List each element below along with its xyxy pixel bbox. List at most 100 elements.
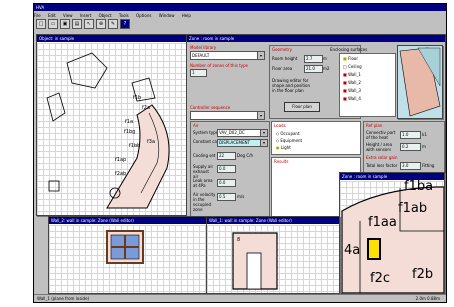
zone-label-f1aa: f1aa <box>368 215 397 230</box>
loads-label: Loads <box>274 123 286 128</box>
zone-label-f1ab: f1ab <box>398 201 428 216</box>
cooling-unit: Deg C/h <box>237 153 254 158</box>
menu-view[interactable]: View <box>63 13 73 18</box>
leak-area-label: Leak area at 4Pa <box>193 178 213 188</box>
select-icon[interactable]: ↖ <box>84 19 94 29</box>
wall-1-title: Wall_1: wall in sample: Zone (Wall edito… <box>207 217 339 224</box>
loads-panel: Loads ◇ Occupant ◇ Equipment ● Light <box>271 121 361 155</box>
zoom-icon[interactable]: ⊕ <box>96 19 106 29</box>
load-occupant[interactable]: ◇ Occupant <box>276 131 300 136</box>
total-loss-label: Total loss factor <box>366 163 398 168</box>
extra-label: Extra solar gain <box>366 155 398 160</box>
surfaces-list[interactable]: ■ Floor □ Ceiling ■ Wall_1 ■ Wall_2 ■ Wa… <box>339 53 396 117</box>
menu-help[interactable]: Help <box>182 13 191 18</box>
label-f1b: f1b <box>133 95 142 101</box>
num-zones-field[interactable]: 1 <box>190 69 207 77</box>
wall-2-window[interactable]: Wall_2: wall in sample: Zone (Wall edito… <box>48 216 208 294</box>
object-window[interactable]: Object: in sample f1b f2a f1a f1bg f1bb … <box>36 34 188 216</box>
room-height-field[interactable]: 2.7 <box>304 55 323 63</box>
floor-area-field[interactable]: 21.0 <box>304 65 323 73</box>
results-label: Results <box>274 159 289 164</box>
shape-d[interactable] <box>48 180 60 192</box>
zone-label-f2b: f2b <box>412 267 434 282</box>
label-f1ap: f1ap <box>115 157 127 163</box>
menu-edit[interactable]: Edit <box>48 13 56 18</box>
wall-1-drawing <box>232 232 278 290</box>
surface-ceiling[interactable]: □ Ceiling <box>343 64 362 69</box>
label-f2ab: f2ab <box>115 171 127 177</box>
system-type-select[interactable]: VAV_D02_DC ▾ <box>217 129 268 137</box>
constant-calc-select[interactable]: DISPLACEMENT ▾ <box>217 139 268 147</box>
convect-unit: k1 <box>422 132 427 137</box>
zone-label-4a: 4a <box>344 243 361 258</box>
wall-2-canvas[interactable] <box>49 225 207 293</box>
shape-b[interactable] <box>46 92 66 122</box>
geometry-label: Geometry <box>272 47 292 52</box>
chevron-down-icon: ▾ <box>260 130 267 136</box>
wall-1-canvas[interactable]: 8 <box>207 225 339 293</box>
zone-detail-window[interactable]: Zone : room in sample f1ba f1ab f1aa 4a … <box>339 172 445 294</box>
chevron-down-icon: ▾ <box>257 52 264 59</box>
leak-area-field[interactable]: 0.0 <box>217 179 236 187</box>
print-icon[interactable]: ▤ <box>72 19 82 29</box>
object-window-title: Object: in sample <box>37 35 187 42</box>
menu-object[interactable]: Object <box>99 13 112 18</box>
menu-options[interactable]: Options <box>136 13 151 18</box>
floor-plan-button[interactable]: Floor plan <box>284 102 320 112</box>
room-height-label: Room height <box>272 56 298 61</box>
label-f1a: f1a <box>125 119 134 125</box>
label-f1bg: f1bg <box>124 129 136 135</box>
load-light[interactable]: ● Light <box>276 145 291 150</box>
surface-floor[interactable]: ■ Floor <box>343 56 358 61</box>
status-right: 2.0m 0.88m <box>415 296 440 301</box>
wall-2-drawing <box>106 230 144 264</box>
save-icon[interactable]: ▣ <box>60 19 70 29</box>
menu-bar: File Edit View Insert Object Tools Optio… <box>34 12 446 19</box>
menu-insert[interactable]: Insert <box>80 13 91 18</box>
fitting-label: Fitting <box>422 163 435 168</box>
air-velocity-field[interactable]: 0.5 <box>217 193 236 201</box>
convect-label: Convectiv part of the heat <box>366 130 396 140</box>
model-library-label: Model library <box>190 45 217 50</box>
cooling-field[interactable]: 22 <box>217 152 236 160</box>
app-title: HVA <box>34 4 446 11</box>
height-sensor-field[interactable]: 0.2 <box>400 143 421 151</box>
surface-wall-1[interactable]: ■ Wall_1 <box>343 72 361 77</box>
supply-air-field[interactable]: 0.0 <box>217 165 236 173</box>
menu-tools[interactable]: Tools <box>119 13 129 18</box>
zone-detail-canvas[interactable]: f1ba f1ab f1aa 4a f2c f2b <box>340 179 444 293</box>
draw-icon[interactable]: ✎ <box>108 19 118 29</box>
label-f2a: f2a <box>142 105 151 111</box>
ref-plan-panel: Ref plan Convectiv part of the heat 1.0 … <box>363 121 445 173</box>
label-f3a: f3a <box>147 139 156 145</box>
menu-window[interactable]: Window <box>159 13 175 18</box>
controller-label: Controller sequence <box>190 105 231 110</box>
system-type-label: System type <box>193 130 219 135</box>
object-canvas[interactable]: f1b f2a f1a f1bg f1bb f3a f1ap f2ab <box>37 43 187 215</box>
floor-plan-drawing <box>46 52 170 209</box>
status-bar: Wall_1 (plane from inside) 2.0m 0.88m <box>34 294 446 302</box>
zone-label-f2c: f2c <box>370 271 390 286</box>
surface-wall-3[interactable]: ■ Wall_3 <box>343 88 361 93</box>
cooling-label: Cooling set <box>193 153 216 158</box>
surface-wall-4[interactable]: ■ Wall_4 <box>343 96 361 101</box>
supply-air-label: Supply air exhaust air <box>193 164 214 179</box>
model-library-select[interactable]: DEFAULT ▾ <box>190 51 265 60</box>
new-icon[interactable]: □ <box>36 19 46 29</box>
air-velocity-unit: m/s <box>237 194 245 199</box>
wall-1-window[interactable]: Wall_1: wall in sample: Zone (Wall edito… <box>206 216 340 294</box>
load-equipment[interactable]: ◇ Equipment <box>276 138 302 143</box>
menu-file[interactable]: File <box>34 13 41 18</box>
app-window: HVA File Edit View Insert Object Tools O… <box>33 3 447 303</box>
total-loss-field[interactable]: 3.0 <box>400 162 421 170</box>
floor-area-label: Floor area <box>272 66 293 71</box>
shape-a[interactable] <box>66 52 108 89</box>
controller-select[interactable]: ▾ <box>190 111 265 120</box>
convect-field[interactable]: 1.0 <box>400 131 421 139</box>
num-zones-label: Number of zones of this type <box>190 63 248 68</box>
help-icon[interactable]: ? <box>120 19 130 29</box>
drawing-note: Drawing editor for shape and position in… <box>272 78 310 93</box>
surface-wall-2[interactable]: ■ Wall_2 <box>343 80 361 85</box>
open-icon[interactable]: ▭ <box>48 19 58 29</box>
wall-1-label: 8 <box>237 237 241 243</box>
